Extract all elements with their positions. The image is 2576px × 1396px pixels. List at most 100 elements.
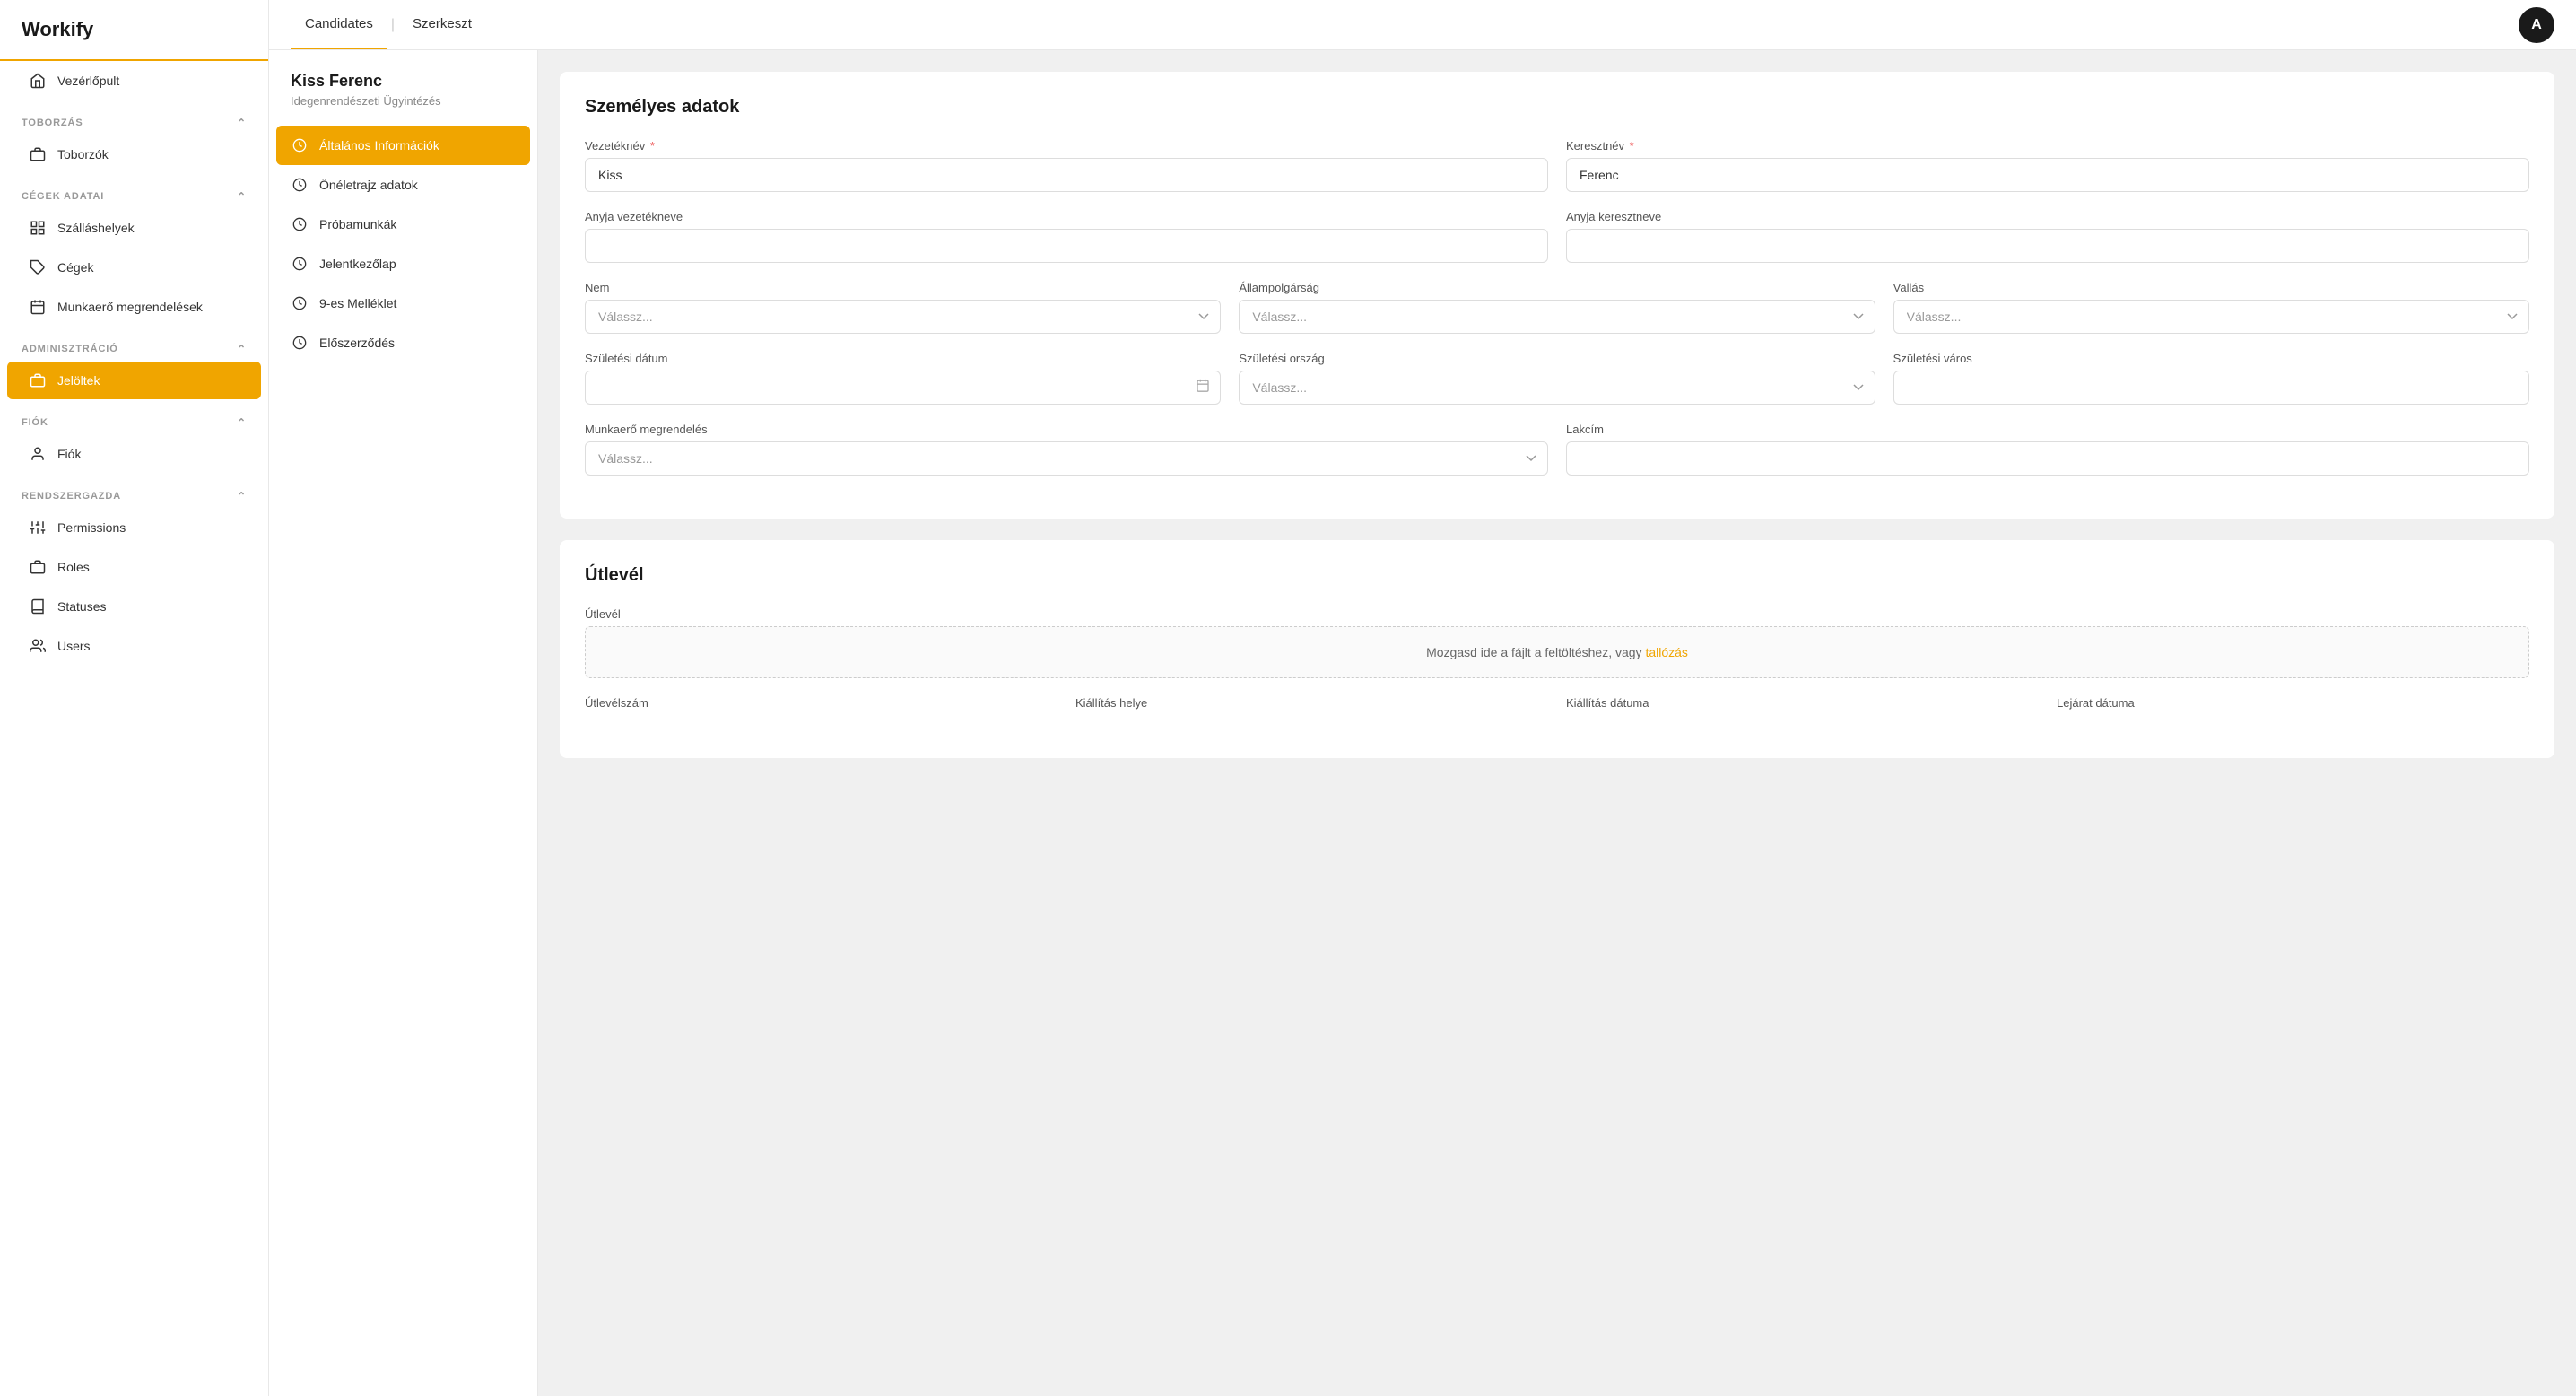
- munkaeromegrendeles-row: Munkaerő megrendelés Válassz... Lakcím: [585, 423, 2529, 476]
- keresztnev-input[interactable]: [1566, 158, 2529, 192]
- szuletesi-row: Születési dátum Születési ország Válassz…: [585, 352, 2529, 405]
- kiallitas-datuma-label: Kiállítás dátuma: [1566, 696, 2039, 710]
- clock2-icon: [291, 176, 309, 194]
- sidebar-item-toborzok[interactable]: Toborzók: [7, 135, 261, 173]
- kiallitas-helye-group: Kiállítás helye: [1075, 696, 1548, 715]
- app-logo: Workify: [0, 0, 268, 61]
- lejarati-datum-group: Lejárat dátuma: [2057, 696, 2529, 715]
- collapse-admin[interactable]: ⌃: [237, 343, 247, 355]
- munkaeromegrendeles-group: Munkaerő megrendelés Válassz...: [585, 423, 1548, 476]
- collapse-fiok[interactable]: ⌃: [237, 416, 247, 429]
- vallas-group: Vallás Válassz...: [1893, 281, 2529, 334]
- sidebar-section-admin: ADMINISZTRÁCIÓ ⌃: [0, 327, 268, 361]
- szuletesi-datum-group: Születési dátum: [585, 352, 1221, 405]
- sidebar-item-fiok[interactable]: Fiók: [7, 435, 261, 473]
- tab-candidates[interactable]: Candidates: [291, 0, 387, 49]
- kiallitas-helye-label: Kiállítás helye: [1075, 696, 1548, 710]
- sidebar-item-users[interactable]: Users: [7, 627, 261, 665]
- left-menu-label: Jelentkezőlap: [319, 257, 396, 271]
- personal-section-title: Személyes adatok: [585, 97, 2529, 118]
- sidebar-item-label: Users: [57, 639, 91, 653]
- candidate-sub: Idegenrendészeti Ügyintézés: [269, 91, 537, 126]
- clock6-icon: [291, 334, 309, 352]
- munkaeromegrendeles-select[interactable]: Válassz...: [585, 441, 1548, 476]
- vallas-select[interactable]: Válassz...: [1893, 300, 2529, 334]
- anya-keresztneve-input[interactable]: [1566, 229, 2529, 263]
- sidebar-item-munkaeromegrendelesek[interactable]: Munkaerő megrendelések: [7, 288, 261, 326]
- name-row: Vezetéknév * Keresztnév *: [585, 139, 2529, 192]
- anya-vezetekneve-input[interactable]: [585, 229, 1548, 263]
- passport-bottom-row: Útlevélszám Kiállítás helye Kiállítás dá…: [585, 696, 2529, 715]
- collapse-toborzas[interactable]: ⌃: [237, 117, 247, 129]
- passport-section: Útlevél Útlevél Mozgasd ide a fájlt a fe…: [560, 540, 2554, 758]
- topbar-nav: Candidates | Szerkeszt: [291, 0, 486, 49]
- left-menu-jelentkezolap[interactable]: Jelentkezőlap: [269, 244, 537, 284]
- sidebar-item-label: Szálláshelyek: [57, 221, 135, 235]
- passport-section-title: Útlevél: [585, 565, 2529, 586]
- clock-icon: [291, 136, 309, 154]
- sidebar-item-label: Roles: [57, 560, 90, 574]
- clock4-icon: [291, 255, 309, 273]
- user-icon: [29, 445, 47, 463]
- upload-link[interactable]: tallózás: [1645, 645, 1687, 659]
- szuletesi-varos-label: Születési város: [1893, 352, 2529, 365]
- vezeteknev-group: Vezetéknév *: [585, 139, 1548, 192]
- home-icon: [29, 72, 47, 90]
- avatar: A: [2519, 7, 2554, 43]
- nem-select[interactable]: Válassz...: [585, 300, 1221, 334]
- sidebar-item-szallashelyek[interactable]: Szálláshelyek: [7, 209, 261, 247]
- nem-group: Nem Válassz...: [585, 281, 1221, 334]
- left-menu-label: Általános Információk: [319, 138, 439, 153]
- vezeteknev-input[interactable]: [585, 158, 1548, 192]
- sidebar-section-fiok: FIÓK ⌃: [0, 400, 268, 434]
- sliders-icon: [29, 519, 47, 537]
- left-menu-melleklet[interactable]: 9-es Melléklet: [269, 284, 537, 323]
- sidebar-item-label: Vezérlőpult: [57, 74, 119, 88]
- tag-icon: [29, 258, 47, 276]
- lakcim-label: Lakcím: [1566, 423, 2529, 436]
- sidebar: Workify Vezérlőpult TOBORZÁS ⌃ Toborzók …: [0, 0, 269, 1396]
- utlevel-upload-group: Útlevél Mozgasd ide a fájlt a feltöltésh…: [585, 607, 2529, 678]
- left-menu-label: Próbamunkák: [319, 217, 396, 231]
- left-menu-eloszerzodes[interactable]: Előszerződés: [269, 323, 537, 362]
- sidebar-item-statuses[interactable]: Statuses: [7, 588, 261, 625]
- allampolgarsag-select[interactable]: Válassz...: [1239, 300, 1875, 334]
- utlevelszam-group: Útlevélszám: [585, 696, 1057, 715]
- left-panel: Kiss Ferenc Idegenrendészeti Ügyintézés …: [269, 50, 538, 1396]
- sidebar-item-cegek[interactable]: Cégek: [7, 249, 261, 286]
- szuletesi-datum-input[interactable]: [585, 371, 1221, 405]
- anya-keresztneve-group: Anyja keresztneve: [1566, 210, 2529, 263]
- left-menu-altalanos[interactable]: Általános Információk: [276, 126, 530, 165]
- collapse-cegek[interactable]: ⌃: [237, 190, 247, 203]
- szuletesi-orszag-select[interactable]: Válassz...: [1239, 371, 1875, 405]
- left-menu-oneletrajz[interactable]: Önéletrajz adatok: [269, 165, 537, 205]
- tab-szerkeszt[interactable]: Szerkeszt: [398, 0, 486, 49]
- utlevel-upload-area[interactable]: Mozgasd ide a fájlt a feltöltéshez, vagy…: [585, 626, 2529, 678]
- lakcim-input[interactable]: [1566, 441, 2529, 476]
- sidebar-item-label: Statuses: [57, 599, 106, 614]
- candidate-name: Kiss Ferenc: [269, 72, 537, 91]
- szuletesi-datum-label: Születési dátum: [585, 352, 1221, 365]
- left-menu-probamunkak[interactable]: Próbamunkák: [269, 205, 537, 244]
- sidebar-item-label: Cégek: [57, 260, 93, 275]
- keresztnev-group: Keresztnév *: [1566, 139, 2529, 192]
- sidebar-item-label: Permissions: [57, 520, 126, 535]
- sidebar-item-jeloltek[interactable]: Jelöltek: [7, 362, 261, 399]
- left-menu-label: Önéletrajz adatok: [319, 178, 418, 192]
- keresztnev-label: Keresztnév *: [1566, 139, 2529, 153]
- book-icon: [29, 598, 47, 615]
- topbar: Candidates | Szerkeszt A: [269, 0, 2576, 50]
- content-area: Kiss Ferenc Idegenrendészeti Ügyintézés …: [269, 50, 2576, 1396]
- sidebar-item-roles[interactable]: Roles: [7, 548, 261, 586]
- munkaeromegrendeles-label: Munkaerő megrendelés: [585, 423, 1548, 436]
- nem-row: Nem Válassz... Állampolgárság Válassz...…: [585, 281, 2529, 334]
- szuletesi-varos-input[interactable]: [1893, 371, 2529, 405]
- clock3-icon: [291, 215, 309, 233]
- anya-row: Anyja vezetékneve Anyja keresztneve: [585, 210, 2529, 263]
- anya-vezetekneve-group: Anyja vezetékneve: [585, 210, 1548, 263]
- sidebar-item-label: Munkaerő megrendelések: [57, 300, 203, 314]
- sidebar-item-vezerlpult[interactable]: Vezérlőpult: [7, 62, 261, 100]
- szuletesi-datum-wrapper: [585, 371, 1221, 405]
- collapse-rendszergazda[interactable]: ⌃: [237, 490, 247, 502]
- sidebar-item-permissions[interactable]: Permissions: [7, 509, 261, 546]
